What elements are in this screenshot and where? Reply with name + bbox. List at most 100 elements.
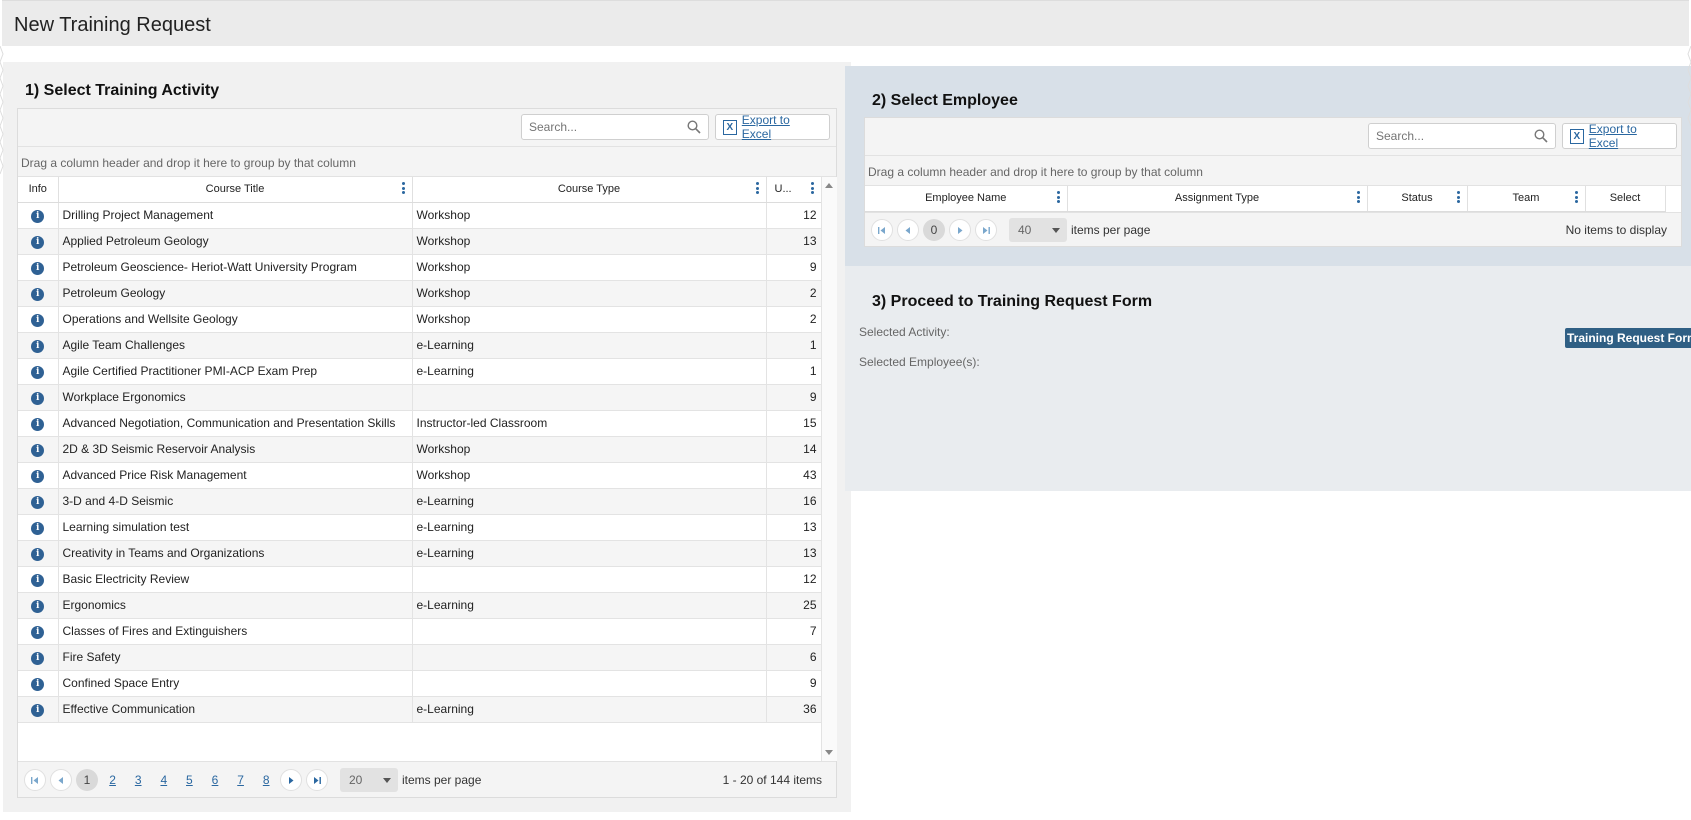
course-title-cell[interactable]: Applied Petroleum Geology xyxy=(58,228,413,255)
activity-scrollbar[interactable] xyxy=(821,177,837,761)
info-icon[interactable]: i xyxy=(31,340,45,353)
units-cell[interactable]: 9 xyxy=(766,670,822,697)
search-icon[interactable] xyxy=(687,120,701,134)
course-title-cell[interactable]: Operations and Wellsite Geology xyxy=(58,306,413,333)
course-type-cell[interactable]: Instructor-led Classroom xyxy=(412,410,767,437)
page-number-4[interactable]: 4 xyxy=(153,769,175,791)
units-cell[interactable]: 1 xyxy=(766,332,822,359)
course-title-cell[interactable]: Drilling Project Management xyxy=(58,202,413,229)
info-icon[interactable]: i xyxy=(31,652,45,665)
course-title-cell[interactable]: 3-D and 4-D Seismic xyxy=(58,488,413,515)
first-page-icon[interactable] xyxy=(871,219,893,241)
table-row[interactable]: i Classes of Fires and Extinguishers 7 xyxy=(18,618,822,645)
employee-page-current[interactable]: 0 xyxy=(923,219,945,241)
column-menu-icon[interactable] xyxy=(810,182,815,196)
course-type-cell[interactable]: e-Learning xyxy=(412,592,767,619)
col-header-course-type[interactable]: Course Type xyxy=(412,177,767,203)
info-icon[interactable]: i xyxy=(31,496,45,509)
prev-page-icon[interactable] xyxy=(50,769,72,791)
course-title-cell[interactable]: Creativity in Teams and Organizations xyxy=(58,540,413,567)
course-title-cell[interactable]: Effective Communication xyxy=(58,696,413,723)
table-row[interactable]: i Basic Electricity Review 12 xyxy=(18,566,822,593)
table-row[interactable]: i Advanced Negotiation, Communication and… xyxy=(18,410,822,437)
last-page-icon[interactable] xyxy=(306,769,328,791)
course-title-cell[interactable]: Ergonomics xyxy=(58,592,413,619)
column-menu-icon[interactable] xyxy=(755,182,760,196)
table-row[interactable]: i Effective Communication e-Learning 36 xyxy=(18,696,822,723)
table-row[interactable]: i Drilling Project Management Workshop 12 xyxy=(18,202,822,229)
units-cell[interactable]: 2 xyxy=(766,306,822,333)
activity-group-bar[interactable]: Drag a column header and drop it here to… xyxy=(18,147,836,177)
column-menu-icon[interactable] xyxy=(1356,191,1361,205)
column-menu-icon[interactable] xyxy=(1574,191,1579,205)
course-type-cell[interactable] xyxy=(412,644,767,671)
course-title-cell[interactable]: Petroleum Geoscience- Heriot-Watt Univer… xyxy=(58,254,413,281)
info-icon[interactable]: i xyxy=(31,678,45,691)
units-cell[interactable]: 6 xyxy=(766,644,822,671)
table-row[interactable]: i Workplace Ergonomics 9 xyxy=(18,384,822,411)
table-row[interactable]: i Fire Safety 6 xyxy=(18,644,822,671)
course-type-cell[interactable]: Workshop xyxy=(412,306,767,333)
table-row[interactable]: i Creativity in Teams and Organizations e-… xyxy=(18,540,822,567)
table-row[interactable]: i Agile Certified Practitioner PMI-ACP Ex… xyxy=(18,358,822,385)
column-menu-icon[interactable] xyxy=(401,182,406,196)
activity-page-size-select[interactable]: 20 xyxy=(340,768,398,792)
info-icon[interactable]: i xyxy=(31,288,45,301)
course-title-cell[interactable]: Agile Team Challenges xyxy=(58,332,413,359)
units-cell[interactable]: 13 xyxy=(766,228,822,255)
training-request-form-button[interactable]: Training Request Form xyxy=(1565,328,1691,348)
units-cell[interactable]: 14 xyxy=(766,436,822,463)
employee-search-box[interactable] xyxy=(1368,123,1556,149)
course-title-cell[interactable]: Fire Safety xyxy=(58,644,413,671)
course-type-cell[interactable] xyxy=(412,384,767,411)
units-cell[interactable]: 25 xyxy=(766,592,822,619)
scroll-up-icon[interactable] xyxy=(825,183,833,188)
units-cell[interactable]: 13 xyxy=(766,514,822,541)
employee-export-button[interactable]: X Export to Excel xyxy=(1562,122,1677,150)
course-type-cell[interactable]: e-Learning xyxy=(412,540,767,567)
course-title-cell[interactable]: Petroleum Geology xyxy=(58,280,413,307)
info-icon[interactable]: i xyxy=(31,262,45,275)
column-menu-icon[interactable] xyxy=(1456,191,1461,205)
info-icon[interactable]: i xyxy=(31,418,45,431)
course-title-cell[interactable]: Advanced Negotiation, Communication and … xyxy=(58,410,413,437)
col-header-status[interactable]: Status xyxy=(1367,186,1468,212)
info-icon[interactable]: i xyxy=(31,236,45,249)
units-cell[interactable]: 15 xyxy=(766,410,822,437)
units-cell[interactable]: 12 xyxy=(766,202,822,229)
col-header-info[interactable]: Info xyxy=(18,177,59,203)
course-type-cell[interactable]: e-Learning xyxy=(412,696,767,723)
course-title-cell[interactable]: 2D & 3D Seismic Reservoir Analysis xyxy=(58,436,413,463)
col-header-team[interactable]: Team xyxy=(1467,186,1586,212)
course-title-cell[interactable]: Workplace Ergonomics xyxy=(58,384,413,411)
course-type-cell[interactable]: Workshop xyxy=(412,436,767,463)
info-icon[interactable]: i xyxy=(31,704,45,717)
table-row[interactable]: i 3-D and 4-D Seismic e-Learning 16 xyxy=(18,488,822,515)
table-row[interactable]: i Advanced Price Risk Management Workshop 4… xyxy=(18,462,822,489)
info-icon[interactable]: i xyxy=(31,444,45,457)
course-type-cell[interactable]: e-Learning xyxy=(412,358,767,385)
employee-search-input[interactable] xyxy=(1376,129,1526,143)
col-header-employee-name[interactable]: Employee Name xyxy=(865,186,1068,212)
page-number-1[interactable]: 1 xyxy=(76,769,98,791)
info-icon[interactable]: i xyxy=(31,574,45,587)
course-type-cell[interactable]: Workshop xyxy=(412,462,767,489)
course-type-cell[interactable]: Workshop xyxy=(412,228,767,255)
course-title-cell[interactable]: Confined Space Entry xyxy=(58,670,413,697)
units-cell[interactable]: 13 xyxy=(766,540,822,567)
info-icon[interactable]: i xyxy=(31,470,45,483)
col-header-select[interactable]: Select xyxy=(1585,186,1666,212)
info-icon[interactable]: i xyxy=(31,600,45,613)
table-row[interactable]: i Petroleum Geoscience- Heriot-Watt Unive… xyxy=(18,254,822,281)
course-type-cell[interactable] xyxy=(412,618,767,645)
scroll-down-icon[interactable] xyxy=(825,750,833,755)
page-number-3[interactable]: 3 xyxy=(127,769,149,791)
table-row[interactable]: i Petroleum Geology Workshop 2 xyxy=(18,280,822,307)
page-number-6[interactable]: 6 xyxy=(204,769,226,791)
table-row[interactable]: i Confined Space Entry 9 xyxy=(18,670,822,697)
table-row[interactable]: i Learning simulation test e-Learning 13 xyxy=(18,514,822,541)
first-page-icon[interactable] xyxy=(24,769,46,791)
course-title-cell[interactable]: Advanced Price Risk Management xyxy=(58,462,413,489)
table-row[interactable]: i Applied Petroleum Geology Workshop 13 xyxy=(18,228,822,255)
page-number-5[interactable]: 5 xyxy=(178,769,200,791)
